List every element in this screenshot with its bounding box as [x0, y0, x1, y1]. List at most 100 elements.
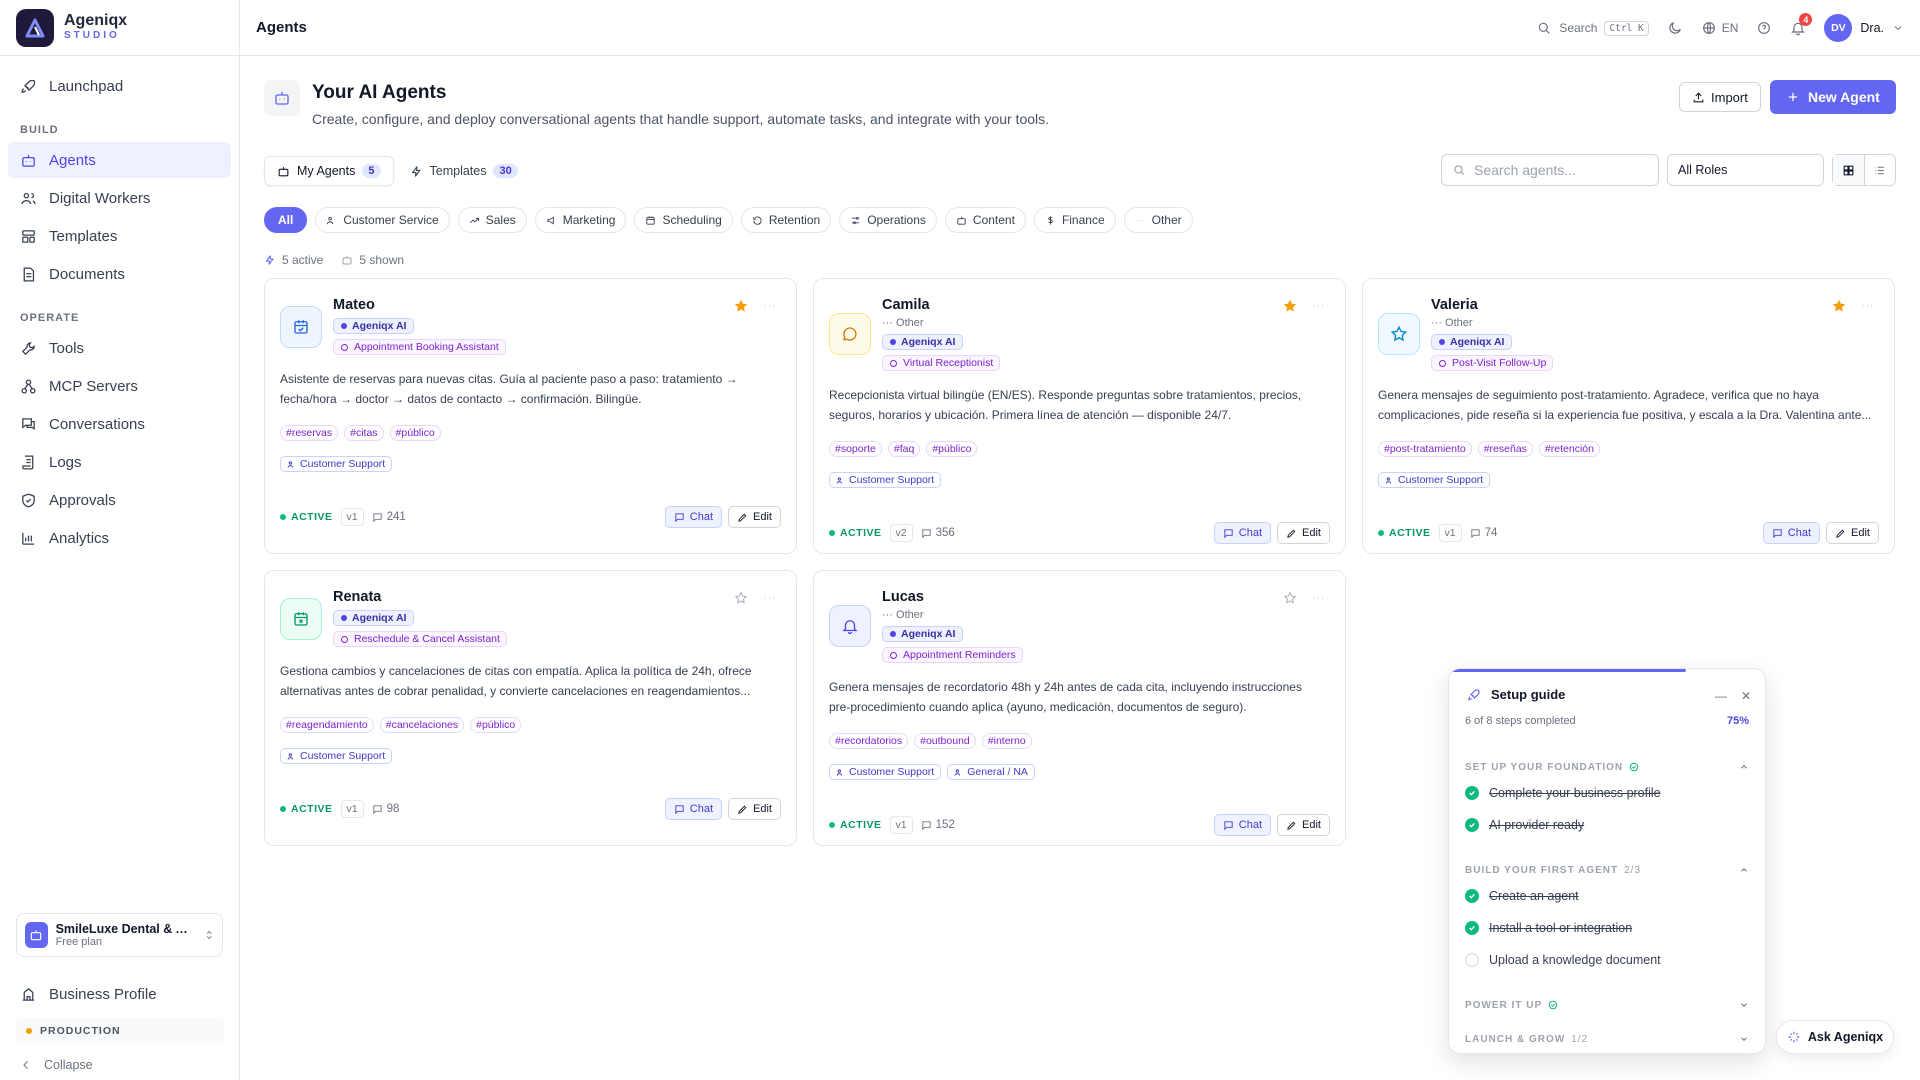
star-filled-icon[interactable]	[734, 299, 748, 313]
language-switcher[interactable]: EN	[1701, 20, 1738, 36]
notifications-button[interactable]: 4	[1790, 13, 1813, 36]
help-button[interactable]	[1756, 20, 1772, 36]
agent-search[interactable]: Search agents...	[1441, 154, 1659, 186]
role-select[interactable]: All Roles	[1667, 154, 1824, 186]
chat-button[interactable]: Chat	[1213, 522, 1272, 544]
tab-templates[interactable]: Templates 30	[398, 156, 530, 186]
sidebar-item-approvals[interactable]: Approvals	[8, 482, 231, 518]
more-horizontal-icon[interactable]	[762, 299, 776, 313]
card-actions	[1283, 591, 1325, 605]
sidebar-item-documents[interactable]: Documents	[8, 256, 231, 292]
workspace-logo	[25, 922, 48, 948]
brand[interactable]: Ageniqx STUDIO	[0, 0, 239, 56]
filter-chip-all[interactable]: All	[264, 207, 308, 233]
setup-section-first-agent[interactable]: BUILD YOUR FIRST AGENT 2/3	[1465, 860, 1749, 880]
ask-assistant-button[interactable]: Ask Ageniqx	[1776, 1020, 1894, 1054]
more-horizontal-icon[interactable]	[1311, 299, 1325, 313]
chat-button[interactable]: Chat	[664, 506, 723, 528]
conversation-count: 98	[372, 803, 399, 815]
workspace-switcher[interactable]: SmileLuxe Dental & Ae... Free plan	[16, 913, 223, 957]
collapse-button[interactable]: Collapse	[8, 1050, 232, 1080]
sidebar-item-agents[interactable]: Agents	[8, 142, 231, 178]
environment-badge[interactable]: PRODUCTION	[16, 1018, 224, 1044]
star-outline-icon[interactable]	[1283, 591, 1297, 605]
agent-card-camila[interactable]: Camila ··· Other Ageniqx AI Virtual Rece…	[813, 278, 1346, 554]
minimize-icon[interactable]: —	[1715, 689, 1727, 703]
theme-toggle[interactable]	[1667, 20, 1683, 36]
chat-button[interactable]: Chat	[1762, 522, 1821, 544]
filter-chip-marketing[interactable]: Marketing	[534, 207, 627, 233]
import-button[interactable]: Import	[1679, 82, 1761, 112]
filter-chip-other[interactable]: Other	[1123, 207, 1193, 233]
chat-button[interactable]: Chat	[664, 798, 723, 820]
setup-item-label: Install a tool or integration	[1489, 921, 1633, 935]
close-icon[interactable]: ✕	[1741, 689, 1751, 703]
help-circle-icon	[1758, 22, 1771, 34]
sidebar-item-digital-workers[interactable]: Digital Workers	[8, 180, 231, 216]
tag: #citas	[344, 425, 384, 441]
sidebar-item-tools[interactable]: Tools	[8, 330, 231, 366]
star-filled-icon[interactable]	[1832, 299, 1846, 313]
agent-tags: #recordatorios #outbound #interno	[829, 733, 1032, 749]
star-filled-icon[interactable]	[1283, 299, 1297, 313]
template-icon	[22, 229, 35, 243]
agent-card-lucas[interactable]: Lucas ··· Other Ageniqx AI Appointment R…	[813, 570, 1346, 846]
agent-card-renata[interactable]: Renata Ageniqx AI Reschedule & Cancel As…	[264, 570, 797, 846]
search-input[interactable]: Search agents...	[1474, 162, 1576, 178]
setup-item[interactable]: Install a tool or integration	[1465, 921, 1632, 935]
filter-chip-sales[interactable]: Sales	[457, 207, 527, 233]
sparkle-icon	[411, 165, 421, 177]
filter-chip-customer-service[interactable]: Customer Service	[315, 207, 450, 233]
agent-name: Lucas	[882, 589, 924, 605]
more-horizontal-icon[interactable]	[762, 591, 776, 605]
setup-section-power[interactable]: POWER IT UP	[1465, 995, 1749, 1015]
setup-item[interactable]: AI provider ready	[1465, 818, 1584, 832]
grid-icon	[1843, 165, 1854, 175]
conversation-count: 152	[921, 819, 955, 831]
agent-card-valeria[interactable]: Valeria ··· Other Ageniqx AI Post-Visit …	[1362, 278, 1895, 554]
filter-chip-content[interactable]: Content	[944, 207, 1026, 233]
edit-button[interactable]: Edit	[1277, 522, 1330, 544]
setup-section-foundation[interactable]: SET UP YOUR FOUNDATION	[1465, 757, 1749, 777]
more-horizontal-icon[interactable]	[1860, 299, 1874, 313]
setup-item[interactable]: Upload a knowledge document	[1465, 953, 1661, 967]
list-icon	[1875, 166, 1885, 174]
conversation-count-label: 241	[386, 511, 406, 523]
team-badge: Customer Support	[829, 472, 942, 488]
more-horizontal-icon[interactable]	[1311, 591, 1325, 605]
tag: #reseñas	[1477, 441, 1533, 457]
star-outline-icon[interactable]	[734, 591, 748, 605]
global-search-button[interactable]: Search Ctrl K	[1536, 20, 1649, 36]
new-agent-button[interactable]: New Agent	[1770, 80, 1896, 114]
filter-chip-operations[interactable]: Operations	[839, 207, 937, 233]
list-view-button[interactable]	[1865, 155, 1896, 185]
sidebar-item-mcp-servers[interactable]: MCP Servers	[8, 368, 231, 404]
sidebar-item-templates[interactable]: Templates	[8, 218, 231, 254]
chat-button[interactable]: Chat	[1213, 814, 1272, 836]
user-menu[interactable]: DV Dra.	[1824, 14, 1904, 42]
filter-chip-retention[interactable]: Retention	[740, 207, 832, 233]
filter-chip-scheduling[interactable]: Scheduling	[634, 207, 733, 233]
sidebar-item-business-profile[interactable]: Business Profile	[8, 976, 232, 1012]
sidebar-item-conversations[interactable]: Conversations	[8, 406, 231, 442]
chat-bubble-icon	[921, 528, 931, 538]
agent-card-mateo[interactable]: Mateo Ageniqx AI Appointment Booking Ass…	[264, 278, 797, 554]
grid-view-button[interactable]	[1833, 155, 1865, 185]
nav-section-operate: OPERATE	[20, 312, 80, 324]
team-label: Customer Support	[849, 474, 935, 486]
badge-icon	[341, 343, 348, 351]
sidebar-item-analytics[interactable]: Analytics	[8, 520, 231, 556]
chats-icon	[22, 417, 35, 430]
tab-my-agents[interactable]: My Agents 5	[264, 156, 394, 186]
sidebar-item-logs[interactable]: Logs	[8, 444, 231, 480]
edit-button[interactable]: Edit	[728, 798, 781, 820]
edit-button[interactable]: Edit	[728, 506, 781, 528]
sidebar-item-launchpad[interactable]: Launchpad	[8, 68, 231, 104]
edit-button[interactable]: Edit	[1277, 814, 1330, 836]
setup-item[interactable]: Complete your business profile	[1465, 786, 1661, 800]
setup-section-launch[interactable]: LAUNCH & GROW 1/2	[1465, 1029, 1749, 1049]
filter-chip-finance[interactable]: Finance	[1033, 207, 1116, 233]
edit-button[interactable]: Edit	[1826, 522, 1879, 544]
stat-active: 5 active	[264, 253, 323, 267]
setup-item[interactable]: Create an agent	[1465, 889, 1579, 903]
